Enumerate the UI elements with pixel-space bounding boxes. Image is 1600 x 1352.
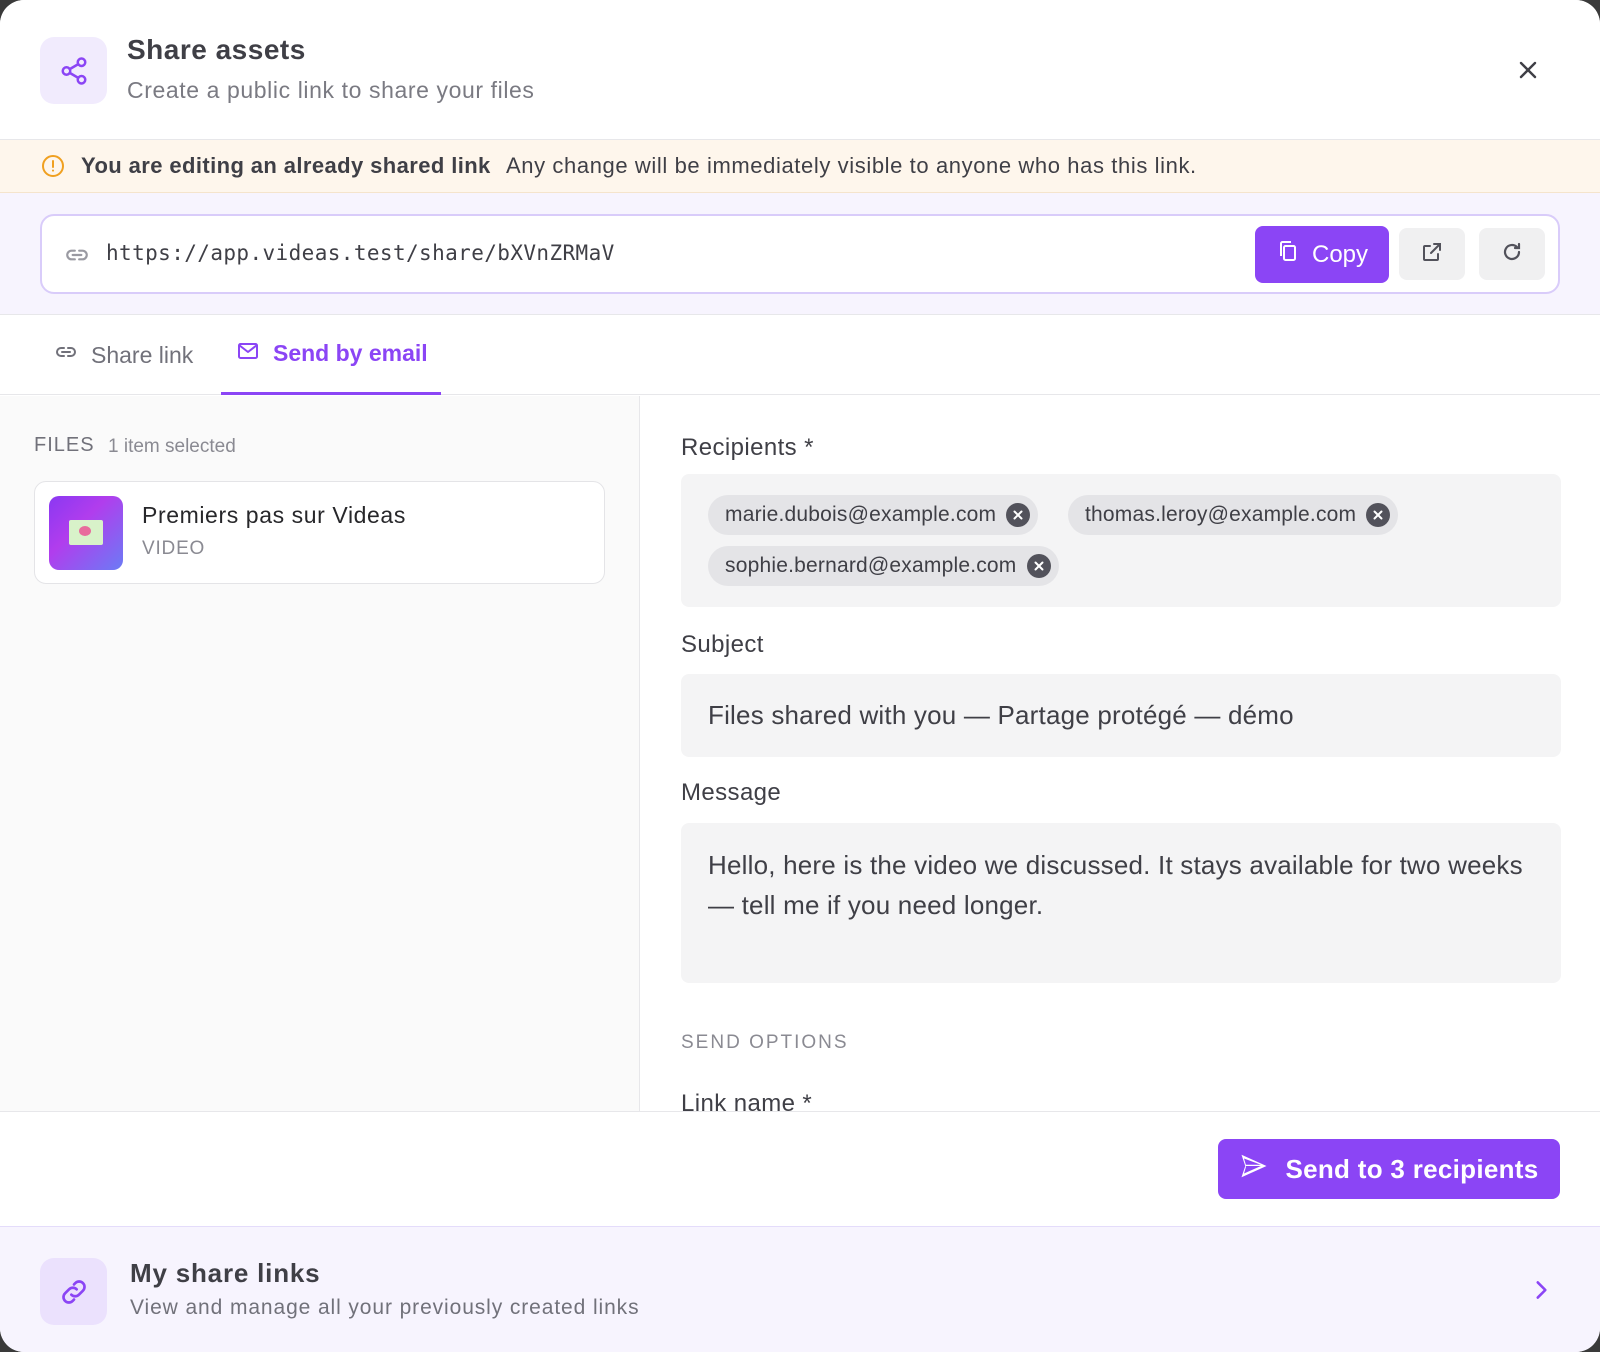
recipients-input[interactable]: marie.dubois@example.com thomas.leroy@ex… [681,474,1561,607]
remove-recipient-icon[interactable] [1366,503,1391,527]
file-type: VIDEO [142,538,206,559]
send-icon [1239,1151,1269,1188]
send-button[interactable]: Send to 3 recipients [1218,1139,1560,1199]
modal-footer: Send to 3 recipients [0,1111,1600,1226]
subject-input[interactable]: Files shared with you — Partage protégé … [681,674,1561,757]
copy-button[interactable]: Copy [1255,226,1389,283]
message-label: Message [681,779,782,806]
recipient-email: marie.dubois@example.com [725,503,997,526]
files-label: FILES [34,434,95,456]
share-tabs: Share link Send by email [0,315,1600,395]
tab-label: Send by email [273,340,428,366]
message-textarea[interactable]: Hello, here is the video we discussed. I… [681,823,1561,983]
modal-title: Share assets [127,34,306,65]
share-url[interactable]: https://app.videas.test/share/bXVnZRMaV [106,241,615,265]
files-count: 1 item selected [108,436,236,457]
tab-send-by-email[interactable]: Send by email [221,315,441,395]
external-link-icon [1420,240,1444,269]
subject-label: Subject [681,631,764,658]
send-label: Send to 3 recipients [1285,1153,1539,1184]
recipient-chip: marie.dubois@example.com [708,495,1039,535]
banner-text: Any change will be immediately visible t… [506,153,1197,178]
recipient-chip: sophie.bernard@example.com [708,546,1059,586]
link-name-label: Link name * [681,1090,813,1111]
tab-share-link[interactable]: Share link [54,315,193,395]
open-link-button[interactable] [1399,228,1465,280]
recipient-chip: thomas.leroy@example.com [1068,495,1399,535]
video-thumbnail [49,496,123,570]
email-form: Recipients * marie.dubois@example.com th… [641,396,1600,1111]
share-assets-modal: Share assets Create a public link to sha… [0,0,1600,1352]
remove-recipient-icon[interactable] [1026,554,1051,578]
copy-label: Copy [1311,240,1369,268]
file-name: Premiers pas sur Videas [142,502,406,528]
tab-label: Share link [91,341,194,368]
share-icon [40,37,107,104]
close-icon[interactable] [1508,50,1548,90]
modal-subtitle: Create a public link to share your files [127,77,535,103]
send-options-heading: SEND OPTIONS [681,1032,849,1053]
my-links-subtitle: View and manage all your previously crea… [130,1296,640,1319]
my-share-links-row[interactable]: My share links View and manage all your … [0,1226,1600,1352]
link-icon [40,1258,107,1325]
file-card[interactable]: Premiers pas sur Videas VIDEO [34,481,605,584]
link-icon [54,340,78,370]
banner-title: You are editing an already shared link [81,153,491,178]
mail-icon [236,339,260,369]
remove-recipient-icon[interactable] [1006,503,1031,527]
shared-link-warning-banner: You are editing an already shared link A… [0,140,1600,193]
recipients-label: Recipients * [681,434,814,461]
chevron-right-icon [1528,1277,1554,1308]
my-links-title: My share links [130,1258,321,1288]
share-link-area: https://app.videas.test/share/bXVnZRMaV … [0,193,1600,315]
alert-circle-icon [41,154,65,183]
modal-header: Share assets Create a public link to sha… [0,0,1600,140]
regenerate-link-button[interactable] [1479,228,1545,280]
link-icon [64,242,90,273]
recipient-email: thomas.leroy@example.com [1085,503,1357,526]
refresh-icon [1500,240,1524,269]
copy-icon [1276,239,1300,270]
share-link-box: https://app.videas.test/share/bXVnZRMaV … [40,214,1560,294]
files-panel: FILES 1 item selected Premiers pas sur V… [0,396,640,1111]
recipient-email: sophie.bernard@example.com [725,554,1017,577]
